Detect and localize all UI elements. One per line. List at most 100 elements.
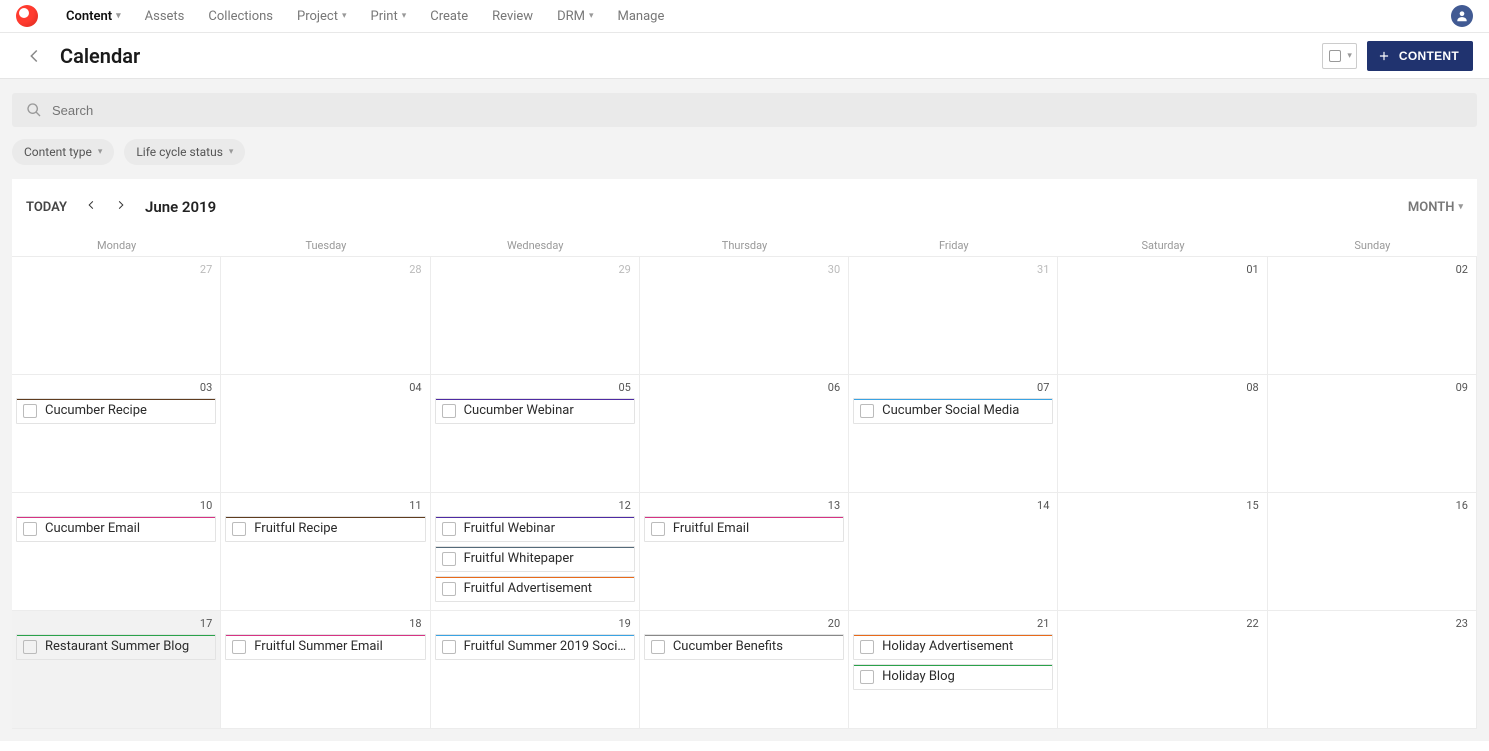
day-number: 09 (1272, 379, 1472, 394)
nav-item-manage[interactable]: Manage (618, 9, 665, 24)
calendar-event[interactable]: Fruitful Advertisement (435, 576, 635, 602)
calendar-cell[interactable]: 03 Cucumber Recipe (12, 375, 221, 493)
calendar-cell[interactable]: 13Fruitful Email (640, 493, 849, 611)
nav-item-print[interactable]: Print▾ (371, 9, 407, 24)
calendar-cell[interactable]: 29 (431, 257, 640, 375)
event-checkbox[interactable] (442, 640, 456, 654)
calendar-cell[interactable]: 10Cucumber Email (12, 493, 221, 611)
calendar-cell[interactable]: 21Holiday AdvertisementHoliday Blog (849, 611, 1058, 729)
calendar-cell[interactable]: 27 (12, 257, 221, 375)
calendar-cell[interactable]: 20Cucumber Benefits (640, 611, 849, 729)
back-button[interactable] (24, 46, 44, 66)
event-checkbox[interactable] (23, 640, 37, 654)
calendar-event[interactable]: Fruitful Email (644, 516, 844, 542)
calendar-event[interactable]: Restaurant Summer Blog (16, 634, 216, 660)
filter-chip-label: Content type (24, 145, 92, 159)
next-month-button[interactable] (115, 199, 127, 215)
calendar-cell[interactable]: 30 (640, 257, 849, 375)
calendar-cell[interactable]: 02 (1268, 257, 1477, 375)
event-label: Fruitful Summer 2019 Soci… (464, 639, 627, 654)
caret-down-icon: ▾ (589, 11, 594, 21)
nav-item-drm[interactable]: DRM▾ (557, 9, 593, 24)
calendar-event[interactable]: Holiday Advertisement (853, 634, 1053, 660)
calendar-event[interactable]: Cucumber Social Media (853, 398, 1053, 424)
event-checkbox[interactable] (23, 404, 37, 418)
event-checkbox[interactable] (442, 404, 456, 418)
filter-chip-life-cycle-status[interactable]: Life cycle status ▾ (124, 139, 245, 165)
calendar-event[interactable]: Fruitful Summer Email (225, 634, 425, 660)
nav-item-content[interactable]: Content▾ (66, 9, 121, 24)
caret-down-icon: ▾ (229, 147, 234, 157)
calendar-cell[interactable]: 14 (849, 493, 1058, 611)
user-icon (1455, 9, 1469, 23)
day-number: 22 (1062, 615, 1262, 630)
calendar-cell[interactable]: 06 (640, 375, 849, 493)
filter-area: Content type▾ Life cycle status ▾ (0, 79, 1489, 179)
calendar-event[interactable]: Cucumber Benefits (644, 634, 844, 660)
event-checkbox[interactable] (442, 582, 456, 596)
calendar-cell[interactable]: 05Cucumber Webinar (431, 375, 640, 493)
event-checkbox[interactable] (860, 404, 874, 418)
event-checkbox[interactable] (23, 522, 37, 536)
filter-chip-label: Life cycle status (136, 145, 223, 159)
calendar-event[interactable]: Fruitful Whitepaper (435, 546, 635, 572)
calendar-cell[interactable]: 19Fruitful Summer 2019 Soci… (431, 611, 640, 729)
calendar-cell[interactable]: 22 (1058, 611, 1267, 729)
create-content-label: CONTENT (1399, 49, 1459, 63)
calendar-cell[interactable]: 09 (1268, 375, 1477, 493)
nav-item-project[interactable]: Project▾ (297, 9, 347, 24)
nav-item-create[interactable]: Create (430, 9, 468, 24)
calendar-cell[interactable]: 15 (1058, 493, 1267, 611)
calendar-cell[interactable]: 16 (1268, 493, 1477, 611)
select-all-dropdown[interactable]: ▾ (1322, 43, 1357, 69)
event-checkbox[interactable] (232, 640, 246, 654)
nav-item-assets[interactable]: Assets (145, 9, 185, 24)
search-box[interactable] (12, 93, 1477, 127)
event-checkbox[interactable] (860, 640, 874, 654)
prev-month-button[interactable] (85, 199, 97, 215)
event-checkbox[interactable] (442, 552, 456, 566)
event-checkbox[interactable] (232, 522, 246, 536)
event-label: Fruitful Whitepaper (464, 551, 574, 566)
plus-icon (1377, 49, 1391, 63)
today-button[interactable]: TODAY (26, 200, 67, 215)
calendar-cell[interactable]: 11Fruitful Recipe (221, 493, 430, 611)
calendar-cell[interactable]: 28 (221, 257, 430, 375)
nav-item-collections[interactable]: Collections (208, 9, 273, 24)
calendar-cell[interactable]: 31 (849, 257, 1058, 375)
calendar-toolbar: TODAY June 2019 MONTH ▾ (12, 179, 1477, 235)
day-number: 03 (16, 379, 216, 394)
calendar-cell[interactable]: 18 Fruitful Summer Email (221, 611, 430, 729)
nav-item-label: Assets (145, 9, 185, 24)
calendar-event[interactable]: Holiday Blog (853, 664, 1053, 690)
calendar-event[interactable]: Fruitful Recipe (225, 516, 425, 542)
calendar-event[interactable]: Fruitful Webinar (435, 516, 635, 542)
dow-header: Monday (12, 235, 221, 257)
filter-chip-content-type[interactable]: Content type▾ (12, 139, 114, 165)
create-content-button[interactable]: CONTENT (1367, 41, 1473, 71)
event-label: Holiday Blog (882, 669, 955, 684)
calendar-cell[interactable]: 17Restaurant Summer Blog (12, 611, 221, 729)
calendar-event[interactable]: Fruitful Summer 2019 Soci… (435, 634, 635, 660)
calendar-cell[interactable]: 01 (1058, 257, 1267, 375)
calendar-cell[interactable]: 08 (1058, 375, 1267, 493)
nav-item-review[interactable]: Review (492, 9, 533, 24)
event-checkbox[interactable] (651, 640, 665, 654)
calendar-cell[interactable]: 23 (1268, 611, 1477, 729)
search-input[interactable] (52, 103, 1463, 118)
calendar-event[interactable]: Cucumber Webinar (435, 398, 635, 424)
day-number: 18 (225, 615, 425, 630)
nav-item-label: Collections (208, 9, 273, 24)
event-checkbox[interactable] (651, 522, 665, 536)
page-title: Calendar (60, 44, 1322, 68)
calendar-cell[interactable]: 12Fruitful WebinarFruitful WhitepaperFru… (431, 493, 640, 611)
event-checkbox[interactable] (442, 522, 456, 536)
calendar-event[interactable]: Cucumber Email (16, 516, 216, 542)
user-avatar[interactable] (1451, 5, 1473, 27)
event-checkbox[interactable] (860, 670, 874, 684)
dow-header: Wednesday (431, 235, 640, 257)
view-toggle[interactable]: MONTH ▾ (1408, 200, 1463, 215)
calendar-event[interactable]: Cucumber Recipe (16, 398, 216, 424)
calendar-cell[interactable]: 04 (221, 375, 430, 493)
calendar-cell[interactable]: 07Cucumber Social Media (849, 375, 1058, 493)
